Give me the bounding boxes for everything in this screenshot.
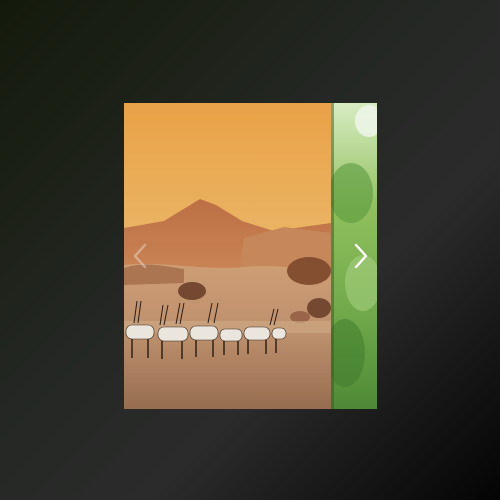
carousel-prev-button[interactable] xyxy=(129,242,153,270)
carousel-next-button[interactable] xyxy=(348,242,372,270)
chevron-left-icon xyxy=(133,243,147,269)
desert-oryx-photo xyxy=(124,103,331,409)
carousel-slide-desert-oryx[interactable] xyxy=(124,103,331,409)
chevron-right-icon xyxy=(354,243,368,269)
image-carousel xyxy=(124,103,377,409)
